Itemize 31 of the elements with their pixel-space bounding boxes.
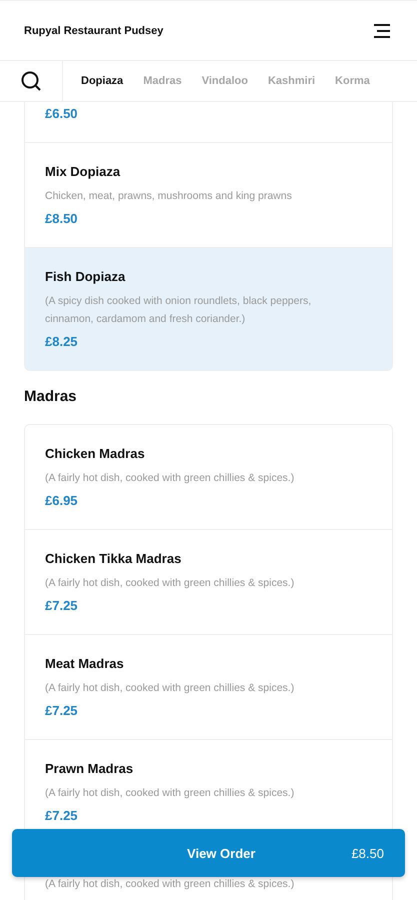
dish-description: (A fairly hot dish, cooked with green chillies & spices.) [45,877,296,892]
dish-name: Meat Madras [45,655,125,673]
dish-description: (A fairly hot dish, cooked with green chillies & spices.) [45,576,296,591]
dish-price: £6.50 [45,105,79,123]
category-tab[interactable]: Vindaloo [202,75,248,87]
dish-name: Chicken Tikka Madras [45,550,182,568]
dish-name: Prawn Madras [45,760,134,778]
category-tab[interactable]: Dopiaza [81,75,124,87]
dish-price: £8.25 [45,333,79,351]
order-total: £8.50 [351,846,384,860]
restaurant-title: Rupyal Restaurant Pudsey [24,24,164,36]
section-heading: Madras [24,387,78,407]
category-tab[interactable]: Korma [335,75,370,87]
search-icon[interactable] [20,70,42,92]
dish-description: (A spicy dish cooked with onion roundlets, black peppers, cinnamon, cardamom and fresh coriander.) [45,294,312,327]
view-order-button[interactable]: View Order £8.50 [12,829,405,877]
dish-price: £7.25 [45,597,79,615]
dish-price: £7.25 [45,702,79,720]
dish-name: Chicken Madras [45,445,146,463]
dish-description: (A fairly hot dish, cooked with green chillies & spices.) [45,471,296,486]
dish-price: £6.95 [45,492,79,510]
dish-name: Mix Dopiaza [45,163,122,181]
category-tab[interactable]: Madras [143,75,182,87]
dish-name: Fish Dopiaza [45,268,126,286]
dish-price: £7.25 [45,807,79,825]
dish-description: (A fairly hot dish, cooked with green chillies & spices.) [45,786,296,801]
category-tab[interactable]: Kashmiri [268,75,316,87]
dish-description: (A fairly hot dish, cooked with green chillies & spices.) [45,681,296,696]
menu-icon[interactable] [373,24,391,38]
dish-description: Chicken, meat, prawns, mushrooms and king prawns [45,189,293,204]
dish-price: £8.50 [45,210,79,228]
